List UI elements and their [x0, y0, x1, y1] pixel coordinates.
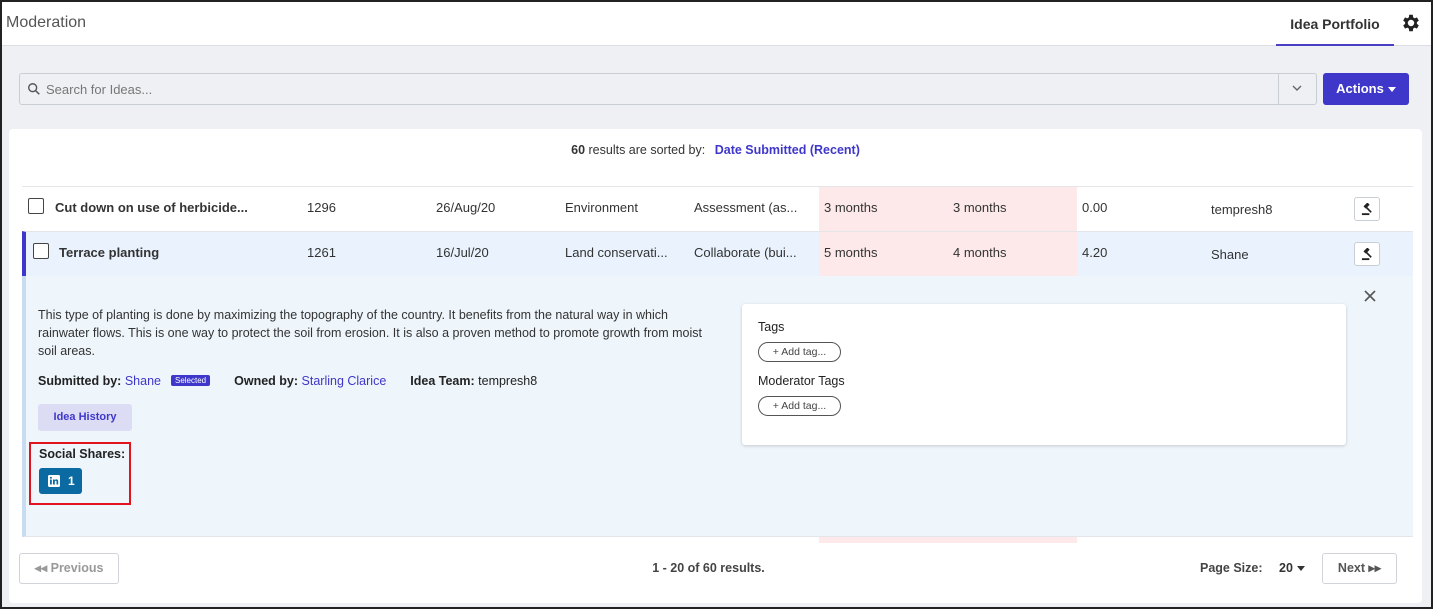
results-count: 60 [571, 143, 586, 157]
table-row[interactable]: Cut down on use of herbicide... 1296 26/… [22, 186, 1413, 232]
idea-meta: Submitted by: Shane Selected Owned by: Sta… [38, 374, 537, 388]
add-tag-button[interactable]: + Add tag... [758, 342, 841, 362]
idea-id: 1296 [307, 200, 336, 215]
idea-time-b: 4 months [953, 245, 1007, 260]
tab-idea-portfolio[interactable]: Idea Portfolio [1276, 16, 1394, 46]
sort-summary: 60 results are sorted by: Date Submitted… [9, 143, 1422, 157]
idea-time-a: 5 months [824, 245, 878, 260]
search-dropdown-toggle[interactable] [1278, 74, 1316, 104]
add-moderator-tag-button[interactable]: + Add tag... [758, 396, 841, 416]
moderate-button[interactable] [1354, 242, 1380, 266]
sort-text: results are sorted by: [588, 143, 706, 157]
idea-user: tempresh8 [1211, 202, 1273, 217]
actions-label: Actions [1336, 81, 1384, 96]
chevron-down-icon [1292, 85, 1302, 91]
selected-badge: Selected [170, 375, 211, 386]
idea-team-value: tempresh8 [478, 374, 538, 388]
idea-score: 0.00 [1082, 200, 1108, 215]
idea-date: 16/Jul/20 [436, 245, 489, 260]
social-shares-section: Social Shares: 1 [29, 442, 131, 505]
next-page-button[interactable]: Next ▸▸ [1322, 553, 1397, 584]
results-panel: 60 results are sorted by: Date Submitted… [9, 129, 1422, 603]
idea-date: 26/Aug/20 [436, 200, 496, 215]
page-size-select[interactable]: 20 [1279, 561, 1305, 575]
idea-stage: Assessment (as... [694, 200, 798, 215]
next-row-highlight [819, 537, 1077, 543]
idea-history-button[interactable]: Idea History [38, 404, 132, 431]
idea-title[interactable]: Cut down on use of herbicide... [55, 200, 248, 215]
table-row-selected[interactable]: Terrace planting 1261 16/Jul/20 Land con… [22, 231, 1413, 277]
idea-time-a: 3 months [824, 200, 878, 215]
idea-category: Environment [565, 200, 638, 215]
linkedin-icon [48, 475, 60, 487]
linkedin-share-button[interactable]: 1 [39, 468, 82, 494]
gavel-icon [1361, 203, 1372, 216]
page-size-label: Page Size: [1200, 561, 1263, 575]
idea-stage: Collaborate (bui... [694, 245, 797, 260]
page-title: Moderation [6, 14, 87, 31]
search-icon [28, 83, 40, 95]
idea-score: 4.20 [1082, 245, 1108, 260]
search-bar [19, 73, 1317, 105]
linkedin-count: 1 [68, 474, 75, 488]
social-shares-label: Social Shares: [39, 447, 126, 461]
next-label: Next [1337, 561, 1366, 575]
next-icon: ▸▸ [1368, 561, 1382, 575]
close-icon[interactable] [1363, 289, 1377, 303]
gavel-icon [1361, 248, 1372, 261]
idea-user: Shane [1211, 247, 1249, 262]
idea-detail-panel: This type of planting is done by maximiz… [22, 276, 1413, 537]
sort-option-link[interactable]: Date Submitted (Recent) [715, 143, 860, 157]
gear-icon[interactable] [1400, 12, 1422, 34]
owned-by-label: Owned by: [234, 374, 299, 388]
idea-time-b: 3 months [953, 200, 1007, 215]
moderator-tags-label: Moderator Tags [758, 374, 845, 388]
owned-by-link[interactable]: Starling Clarice [302, 374, 387, 388]
top-bar: Moderation Idea Portfolio [2, 2, 1431, 46]
idea-category: Land conservati... [565, 245, 668, 260]
row-checkbox[interactable] [33, 243, 49, 259]
caret-down-icon [1296, 566, 1305, 572]
search-input[interactable] [46, 74, 1266, 104]
row-checkbox[interactable] [28, 198, 44, 214]
submitted-by-link[interactable]: Shane [125, 374, 161, 388]
idea-team-label: Idea Team: [410, 374, 475, 388]
actions-button[interactable]: Actions [1323, 73, 1409, 105]
idea-description: This type of planting is done by maximiz… [38, 308, 702, 358]
submitted-by-label: Submitted by: [38, 374, 122, 388]
tags-label: Tags [758, 320, 785, 334]
tags-card: Tags + Add tag... Moderator Tags + Add t… [742, 304, 1346, 445]
app-frame: Moderation Idea Portfolio Actions 60 res… [0, 0, 1433, 609]
page-size-value: 20 [1279, 561, 1293, 575]
idea-title[interactable]: Terrace planting [59, 245, 159, 260]
caret-down-icon [1387, 87, 1396, 93]
idea-id: 1261 [307, 245, 336, 260]
moderate-button[interactable] [1354, 197, 1380, 221]
